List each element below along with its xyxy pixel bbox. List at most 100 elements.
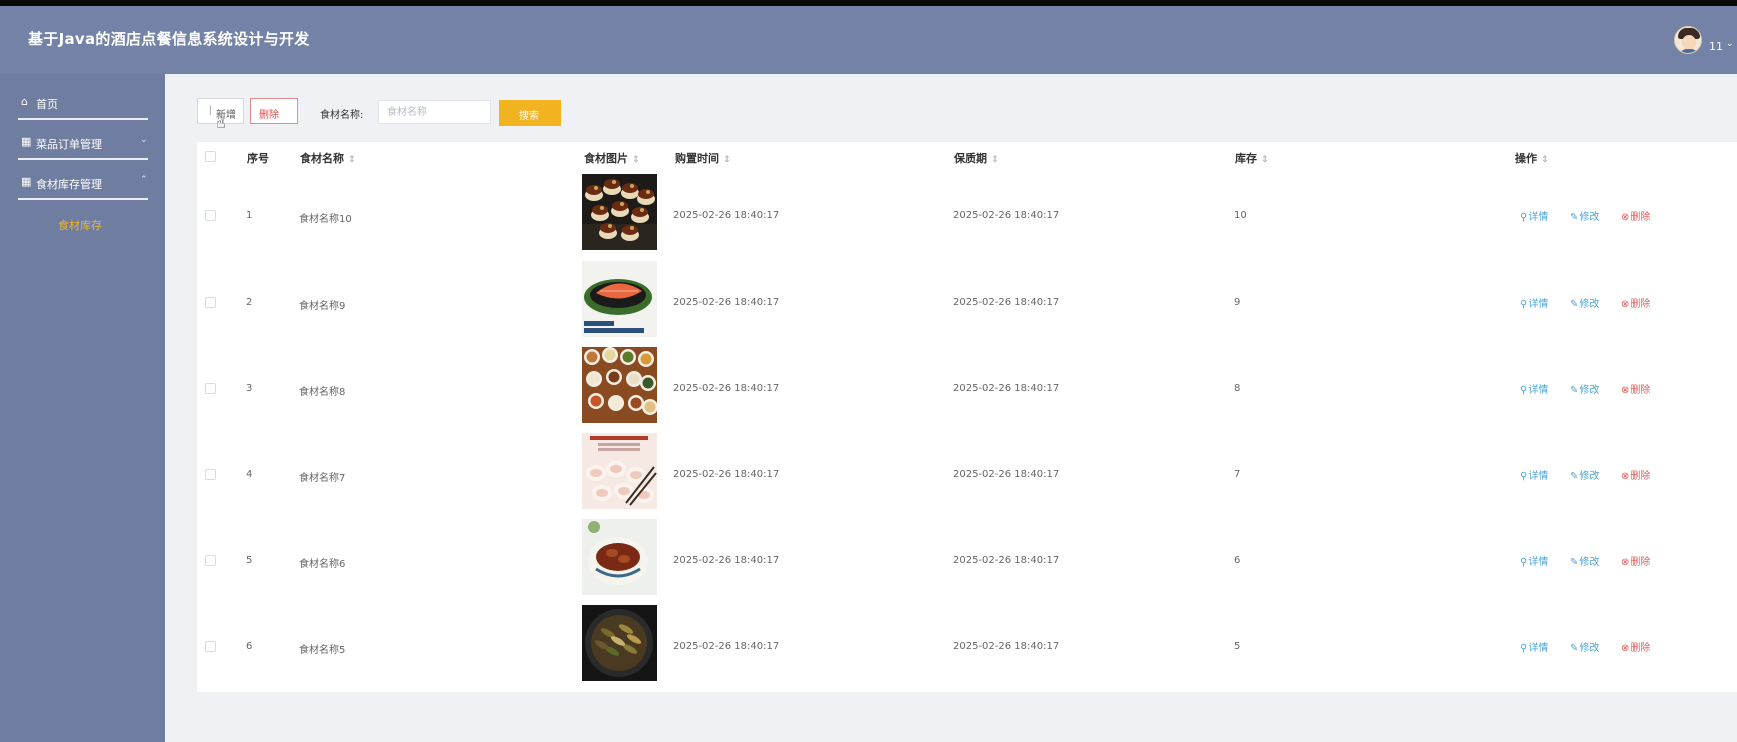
purchase-time: 2025-02-26 18:40:17: [673, 383, 780, 394]
ingredient-name: 食材名称9: [299, 301, 346, 312]
detail-link[interactable]: ⚲详情: [1520, 381, 1548, 396]
sidebar-item-inventory[interactable]: ▦ 食材库存管理 ⌃: [0, 164, 165, 204]
detail-link[interactable]: ⚲详情: [1520, 467, 1548, 482]
column-header-actions[interactable]: 操作 ⇕: [1515, 150, 1549, 166]
ingredient-name: 食材名称8: [299, 387, 346, 398]
detail-link[interactable]: ⚲详情: [1520, 295, 1548, 310]
sidebar-item-label: 食材库存管理: [36, 178, 102, 191]
shelf-life: 2025-02-26 18:40:17: [953, 210, 1060, 221]
search-label: 食材名称:: [320, 110, 364, 121]
sort-icon: ⇕: [991, 155, 999, 165]
delete-button[interactable]: 删除: [250, 98, 298, 124]
edit-link[interactable]: ✎修改: [1570, 639, 1599, 654]
search-icon: ⚲: [1520, 212, 1528, 223]
shelf-life: 2025-02-26 18:40:17: [953, 555, 1060, 566]
chevron-down-icon[interactable]: ⌄: [1726, 39, 1734, 49]
sort-icon: ⇕: [1261, 155, 1269, 165]
table-row: 1 食材名称10 2025-02-26 18:40:17 2025-02-26 …: [197, 170, 1737, 261]
row-number: 1: [246, 210, 253, 221]
delete-link[interactable]: ⊗删除: [1621, 639, 1650, 654]
column-header-name[interactable]: 食材名称 ⇕: [300, 150, 356, 166]
user-avatar[interactable]: [1674, 26, 1702, 54]
column-header-stock[interactable]: 库存 ⇕: [1235, 150, 1269, 166]
row-checkbox[interactable]: [205, 469, 216, 480]
sidebar-item-dish-orders[interactable]: ▦ 菜品订单管理 ⌄: [0, 124, 165, 164]
close-circle-icon: ⊗: [1621, 471, 1630, 482]
edit-link[interactable]: ✎修改: [1570, 208, 1599, 223]
shelf-life: 2025-02-26 18:40:17: [953, 641, 1060, 652]
delete-link[interactable]: ⊗删除: [1621, 208, 1650, 223]
edit-icon: ✎: [1570, 643, 1579, 654]
mouse-pointer-icon: ☝: [216, 113, 226, 132]
search-input[interactable]: [378, 100, 491, 124]
ingredient-image[interactable]: [582, 433, 657, 509]
edit-icon: ✎: [1570, 557, 1579, 568]
search-button-label: 搜索: [519, 111, 539, 122]
top-bar: 基于Java的酒店点餐信息系统设计与开发 11 ⌄: [0, 6, 1737, 74]
table-header: 序号 食材名称 ⇕ 食材图片 ⇕ 购置时间 ⇕ 保质期 ⇕ 库存 ⇕ 操作 ⇕: [197, 142, 1737, 170]
search-icon: ⚲: [1520, 299, 1528, 310]
delete-link[interactable]: ⊗删除: [1621, 381, 1650, 396]
edit-link[interactable]: ✎修改: [1570, 295, 1599, 310]
delete-link[interactable]: ⊗删除: [1621, 553, 1650, 568]
detail-link[interactable]: ⚲详情: [1520, 639, 1548, 654]
search-icon: ⚲: [1520, 471, 1528, 482]
row-checkbox[interactable]: [205, 210, 216, 221]
column-header-no: 序号: [247, 152, 269, 165]
select-all-checkbox[interactable]: [205, 151, 216, 162]
row-number: 6: [246, 641, 253, 652]
close-circle-icon: ⊗: [1621, 643, 1630, 654]
edit-icon: ✎: [1570, 471, 1579, 482]
edit-link[interactable]: ✎修改: [1570, 553, 1599, 568]
search-icon: ⚲: [1520, 385, 1528, 396]
stock-count: 10: [1234, 210, 1247, 221]
row-checkbox[interactable]: [205, 641, 216, 652]
detail-link[interactable]: ⚲详情: [1520, 208, 1548, 223]
edit-link[interactable]: ✎修改: [1570, 467, 1599, 482]
row-checkbox[interactable]: [205, 383, 216, 394]
column-header-image[interactable]: 食材图片 ⇕: [584, 150, 640, 166]
sort-icon: ⇕: [723, 155, 731, 165]
close-circle-icon: ⊗: [1621, 212, 1630, 223]
ingredient-image[interactable]: [582, 174, 657, 250]
table-row: 2 食材名称9 2025-02-26 18:40:17 2025-02-26 1…: [197, 257, 1737, 348]
ingredient-image[interactable]: [582, 347, 657, 423]
row-checkbox[interactable]: [205, 297, 216, 308]
edit-icon: ✎: [1570, 212, 1579, 223]
divider: [18, 158, 148, 160]
column-header-purchase-time[interactable]: 购置时间 ⇕: [675, 150, 731, 166]
chevron-down-icon: ⌄: [140, 135, 148, 145]
grid-icon: ▦: [21, 135, 32, 148]
search-button[interactable]: 搜索: [499, 100, 561, 126]
sort-icon: ⇕: [1541, 155, 1549, 165]
close-circle-icon: ⊗: [1621, 299, 1630, 310]
text-cursor-mark: |: [209, 105, 212, 116]
edit-link[interactable]: ✎修改: [1570, 381, 1599, 396]
sidebar-subitem-ingredient-stock[interactable]: 食材库存: [0, 206, 165, 236]
column-header-shelf-life[interactable]: 保质期 ⇕: [954, 150, 999, 166]
ingredient-image[interactable]: [582, 605, 657, 681]
purchase-time: 2025-02-26 18:40:17: [673, 469, 780, 480]
row-checkbox[interactable]: [205, 555, 216, 566]
delete-link[interactable]: ⊗删除: [1621, 467, 1650, 482]
sidebar: ⌂ 首页 ▦ 菜品订单管理 ⌄ ▦ 食材库存管理 ⌃ 食材库存: [0, 74, 165, 742]
sidebar-item-home[interactable]: ⌂ 首页: [0, 84, 165, 124]
shelf-life: 2025-02-26 18:40:17: [953, 297, 1060, 308]
row-number: 4: [246, 469, 253, 480]
close-circle-icon: ⊗: [1621, 385, 1630, 396]
ingredient-image[interactable]: [582, 519, 657, 595]
shelf-life: 2025-02-26 18:40:17: [953, 383, 1060, 394]
shelf-life: 2025-02-26 18:40:17: [953, 469, 1060, 480]
purchase-time: 2025-02-26 18:40:17: [673, 297, 780, 308]
stock-count: 9: [1234, 297, 1241, 308]
delete-link[interactable]: ⊗删除: [1621, 295, 1650, 310]
row-number: 5: [246, 555, 253, 566]
table-row: 3 食材名称8 2025-02-26 18:40:17 2025-02-26 1…: [197, 343, 1737, 434]
divider: [18, 198, 148, 200]
home-icon: ⌂: [21, 95, 28, 108]
edit-icon: ✎: [1570, 385, 1579, 396]
purchase-time: 2025-02-26 18:40:17: [673, 210, 780, 221]
detail-link[interactable]: ⚲详情: [1520, 553, 1548, 568]
user-name[interactable]: 11: [1709, 40, 1723, 53]
ingredient-image[interactable]: [582, 261, 657, 337]
